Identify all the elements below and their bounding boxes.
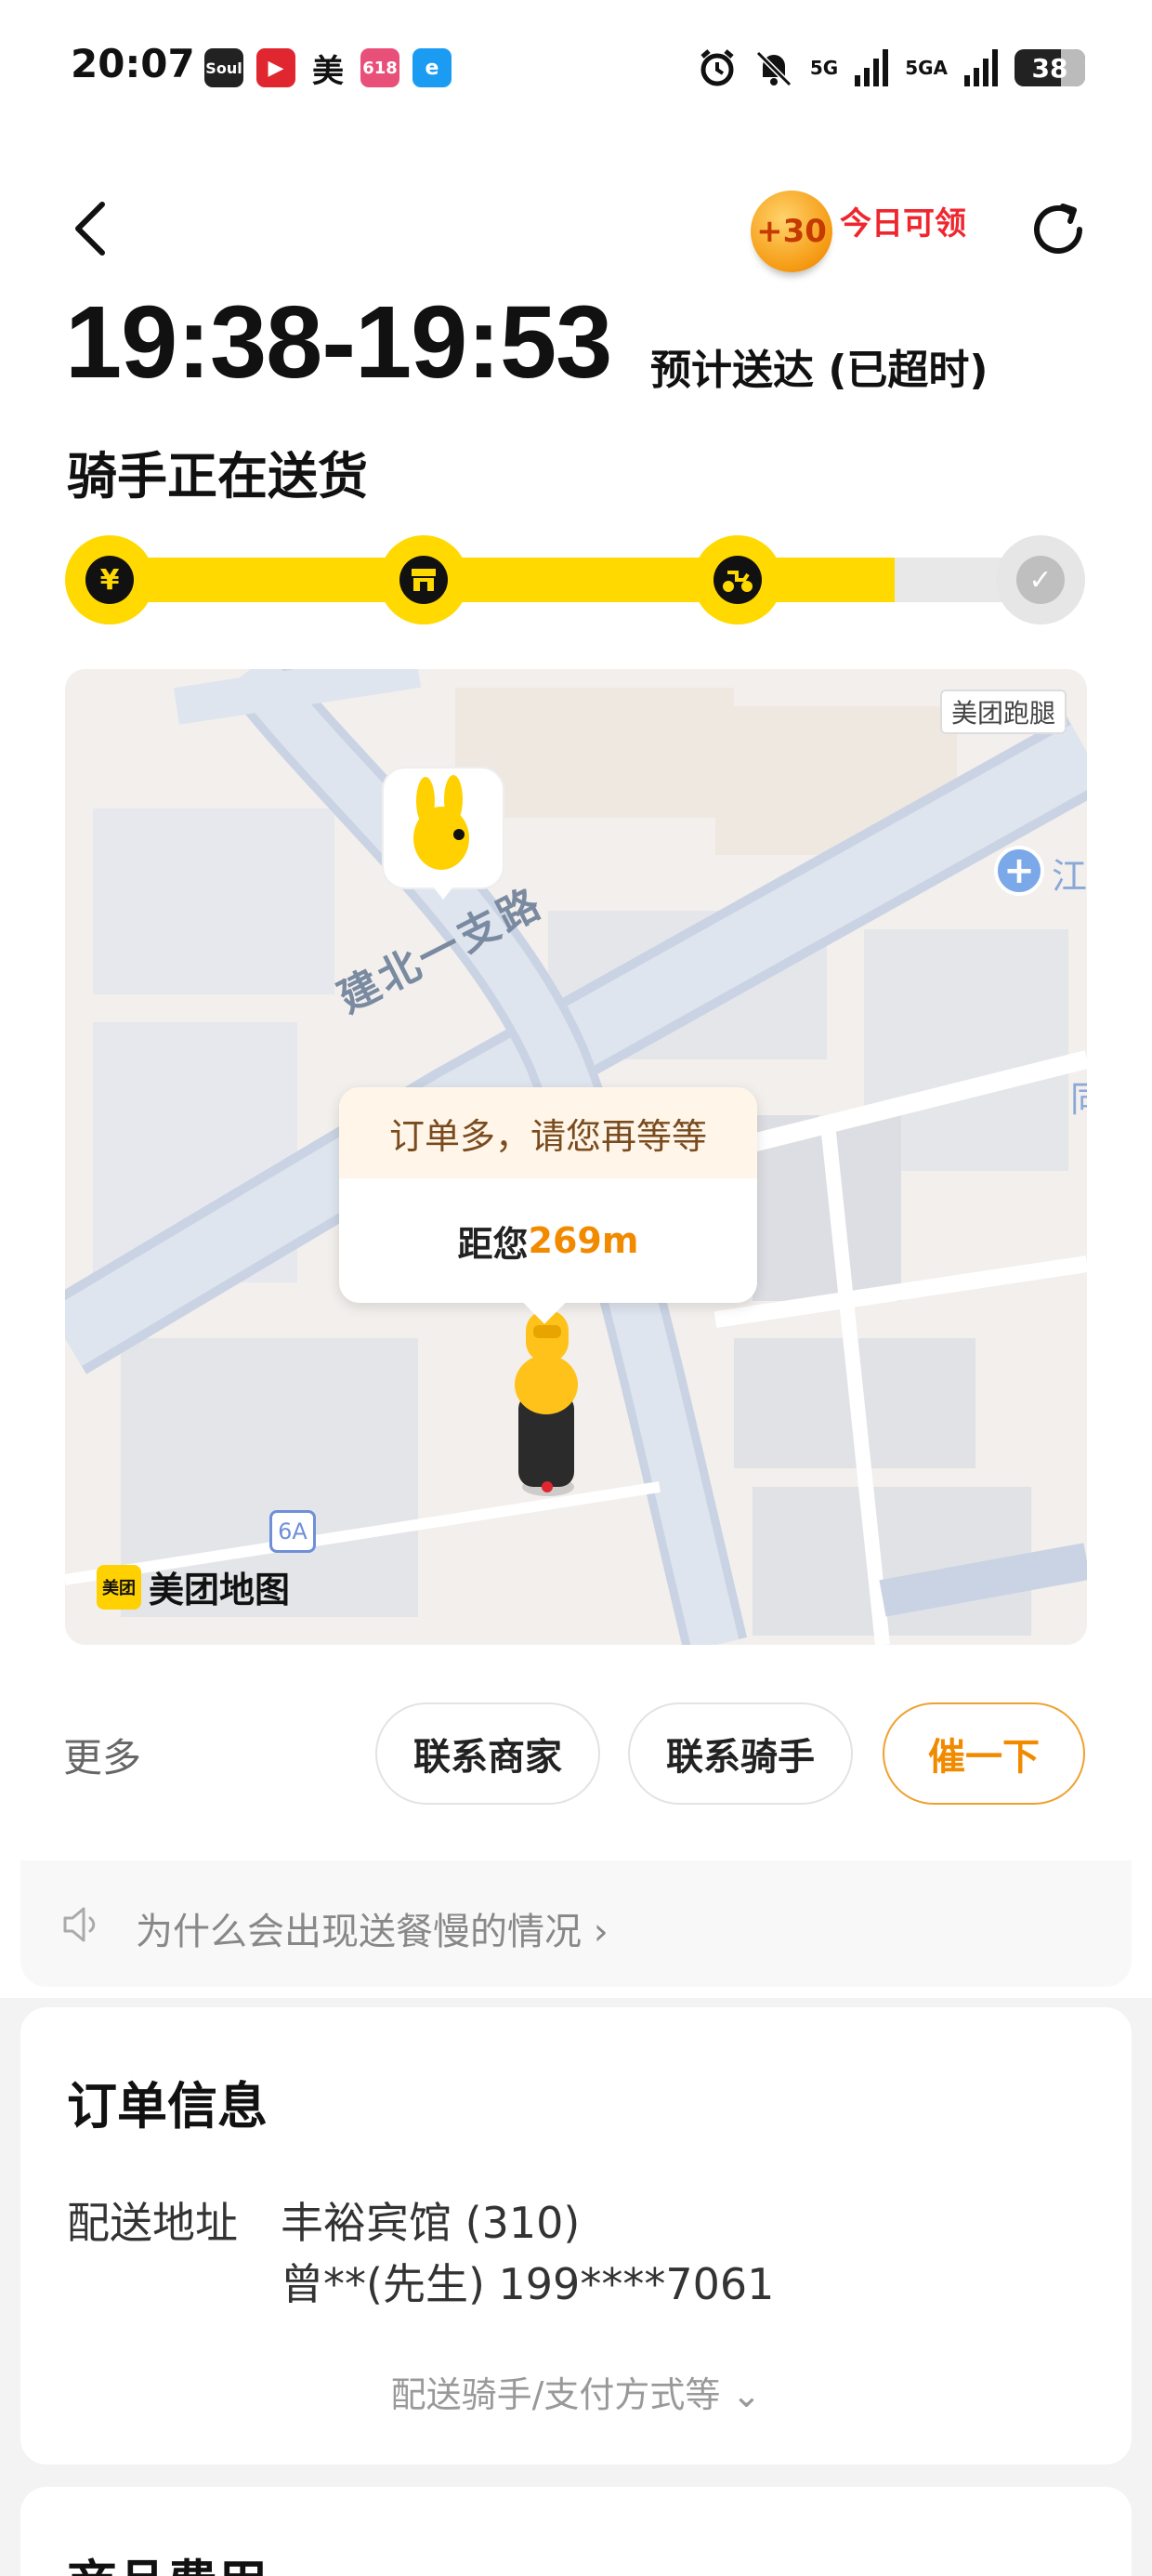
status-time: 20:07 bbox=[71, 41, 195, 86]
signal-icon-2 bbox=[964, 49, 998, 86]
step-paid: ¥ bbox=[65, 535, 154, 624]
delay-tip-text: 为什么会出现送餐慢的情况 › bbox=[136, 1911, 609, 1953]
map-logo-text: 美团地图 bbox=[149, 1570, 291, 1610]
refresh-button[interactable] bbox=[1026, 197, 1091, 262]
speaker-icon bbox=[63, 1907, 96, 1942]
bell-muted-icon bbox=[755, 50, 792, 87]
urge-button[interactable]: 催一下 bbox=[883, 1702, 1085, 1805]
video-app-icon: ▶ bbox=[256, 48, 295, 87]
coin-icon: +30 bbox=[751, 191, 832, 272]
distance-prefix: 距您 bbox=[457, 1223, 529, 1265]
refresh-icon bbox=[1034, 204, 1082, 254]
meituan-app-icon: 美 bbox=[312, 52, 344, 90]
step-delivering bbox=[693, 535, 782, 624]
status-bar: 20:07 Soul ▶ 美 618 e 5G 5GA 38 bbox=[0, 0, 1152, 139]
yen-icon: ¥ bbox=[85, 556, 134, 604]
chevron-left-icon bbox=[75, 202, 105, 256]
route-shield: 6A bbox=[269, 1510, 316, 1553]
order-info-card: 订单信息 配送地址 丰裕宾馆 (310) 曾**(先生) 199****7061… bbox=[20, 2007, 1132, 2464]
network-label: 5G bbox=[809, 57, 839, 79]
delivery-map[interactable]: 美团跑腿 + 江 同 建北一支路 订单多，请您再等等 距您269m 6A 美团 … bbox=[65, 669, 1087, 1645]
contact-merchant-button[interactable]: 联系商家 bbox=[375, 1702, 600, 1805]
daily-bonus-button[interactable]: +30 今日可领 bbox=[751, 191, 1011, 274]
network-label-2: 5GA bbox=[905, 57, 948, 79]
signal-icon bbox=[855, 49, 889, 86]
delay-tip-bar[interactable]: 为什么会出现送餐慢的情况 › bbox=[20, 1860, 1132, 1987]
more-button[interactable]: 更多 bbox=[63, 1727, 141, 1783]
rider-info-bubble: 订单多，请您再等等 距您 269m bbox=[339, 1087, 757, 1324]
store-icon bbox=[399, 556, 448, 604]
product-fee-card: 商品费用 bbox=[20, 2487, 1132, 2576]
eleme-app-icon: e bbox=[412, 48, 452, 87]
product-fee-title: 商品费用 bbox=[67, 2543, 268, 2576]
alarm-icon bbox=[700, 49, 734, 86]
hospital-icon: + bbox=[994, 846, 1044, 896]
step-delivered: ✓ bbox=[996, 535, 1085, 624]
meituan-logo-icon: 美团 bbox=[97, 1564, 141, 1610]
eta-time-range: 19:38-19:53 bbox=[65, 285, 612, 400]
map-edge-label: 江 bbox=[1052, 856, 1087, 897]
rider-location-marker bbox=[382, 767, 504, 900]
distance-value: 269m bbox=[528, 1220, 639, 1261]
address-line: 丰裕宾馆 (310) bbox=[281, 2198, 581, 2248]
bonus-label: 今日可领 bbox=[840, 205, 966, 243]
step-store bbox=[379, 535, 468, 624]
rider-status: 骑手正在送货 bbox=[67, 447, 368, 506]
distance-text: 距您 269m bbox=[339, 1178, 757, 1303]
bubble-message: 订单多，请您再等等 bbox=[339, 1087, 757, 1178]
scooter-icon bbox=[713, 556, 762, 604]
address-label: 配送地址 bbox=[67, 2198, 238, 2248]
back-button[interactable] bbox=[65, 195, 121, 262]
contact-rider-button[interactable]: 联系骑手 bbox=[628, 1702, 853, 1805]
soul-app-icon: Soul bbox=[204, 48, 243, 87]
check-shield-icon: ✓ bbox=[1016, 556, 1065, 604]
recipient-line: 曾**(先生) 199****7061 bbox=[281, 2259, 775, 2309]
eta-label: 预计送达 (已超时) bbox=[650, 347, 988, 394]
errand-badge[interactable]: 美团跑腿 bbox=[939, 690, 1067, 734]
map-edge-label-2: 同 bbox=[1070, 1071, 1087, 1122]
status-indicators: 5G 5GA 38 bbox=[697, 45, 1085, 91]
order-info-title: 订单信息 bbox=[67, 2077, 268, 2136]
delivery-progress: ¥ ✓ bbox=[65, 535, 1085, 624]
jd-618-app-icon: 618 bbox=[360, 48, 399, 87]
expand-details-link[interactable]: 配送骑手/支付方式等 ⌄ bbox=[20, 2366, 1132, 2417]
battery-indicator: 38 bbox=[1015, 49, 1085, 86]
map-logo: 美团 美团地图 bbox=[97, 1561, 290, 1612]
